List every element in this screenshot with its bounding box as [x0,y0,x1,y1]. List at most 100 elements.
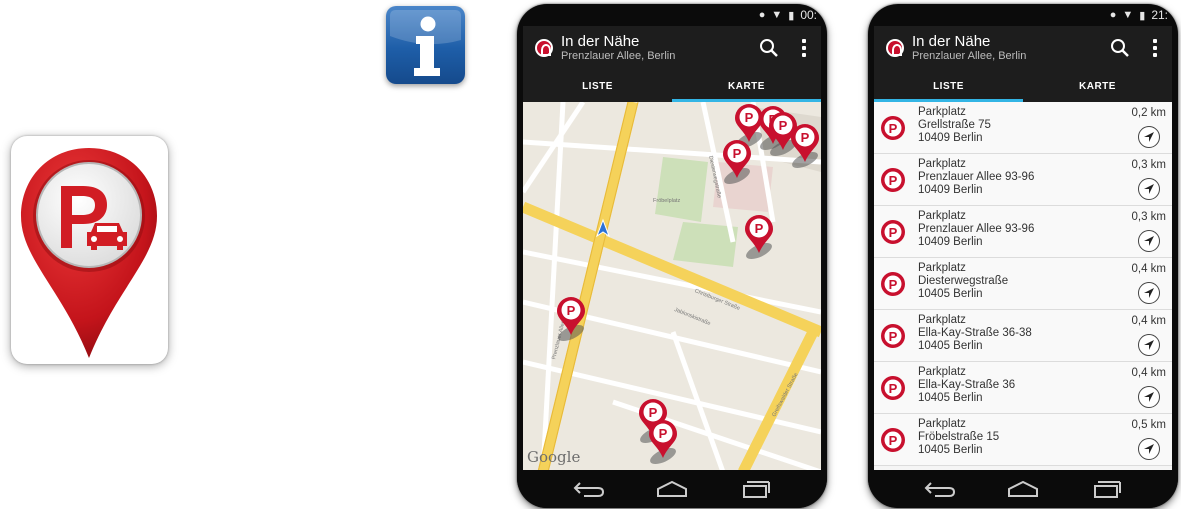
item-type: Parkplatz [918,106,966,118]
item-city: 10405 Berlin [918,340,983,352]
tab-liste[interactable]: LISTE [523,70,672,102]
item-city: 10409 Berlin [918,236,983,248]
action-bar: In der Nähe Prenzlauer Allee, Berlin [874,26,1172,70]
app-logo-icon[interactable] [886,39,904,57]
parking-marker-icon: P [881,168,905,192]
item-distance: 0,4 km [1131,315,1166,327]
parking-marker[interactable] [721,140,753,188]
page-title: In der Nähe [561,33,640,50]
home-icon[interactable] [652,477,692,501]
svg-text:P: P [889,121,898,136]
status-bar: ● ▼ ▮ 21: [868,4,1178,26]
location-icon: ● [758,9,766,21]
item-street: Ella-Kay-Straße 36 [918,379,1016,391]
overflow-menu-icon[interactable] [1148,34,1162,62]
map-view[interactable]: Fröbelplatz Christburger Straße Jablonsk… [523,102,821,470]
parking-marker-icon: P [881,272,905,296]
item-distance: 0,5 km [1131,419,1166,431]
navigate-arrow-icon[interactable] [1138,282,1160,304]
item-distance: 0,4 km [1131,367,1166,379]
item-street: Ella-Kay-Straße 36-38 [918,327,1032,339]
item-type: Parkplatz [918,158,966,170]
parking-marker-icon: P [881,116,905,140]
back-icon[interactable] [569,477,609,501]
item-street: Prenzlauer Allee 93-96 [918,223,1035,235]
navigate-arrow-icon[interactable] [1138,334,1160,356]
page-title: In der Nähe [912,33,991,50]
item-type: Parkplatz [918,314,966,326]
system-nav-bar [868,470,1178,508]
item-city: 10405 Berlin [918,288,983,300]
home-icon[interactable] [1003,477,1043,501]
item-type: Parkplatz [918,418,966,430]
item-street: Prenzlauer Allee 93-96 [918,171,1035,183]
item-street: Diesterwegstraße [918,275,1009,287]
search-icon[interactable] [1106,34,1134,62]
list-item[interactable]: P Parkplatz Grellstraße 75 10409 Berlin 0,2 … [874,102,1172,154]
list-item[interactable]: P Parkplatz Ella-Kay-Straße 36 10405 Berlin… [874,362,1172,414]
promo-stage: ● ▼ ▮ 00: In der Nähe Prenzlauer Allee, … [0,0,1181,509]
item-distance: 0,4 km [1131,263,1166,275]
recents-icon[interactable] [1086,477,1126,501]
location-icon: ● [1109,9,1117,21]
item-distance: 0,3 km [1131,211,1166,223]
battery-icon: ▮ [1139,9,1146,22]
tab-liste[interactable]: LISTE [874,70,1023,102]
location-subtitle: Prenzlauer Allee, Berlin [912,50,1027,62]
item-city: 10405 Berlin [918,392,983,404]
recents-icon[interactable] [735,477,775,501]
item-type: Parkplatz [918,262,966,274]
navigate-arrow-icon[interactable] [1138,386,1160,408]
item-city: 10409 Berlin [918,184,983,196]
navigate-arrow-icon[interactable] [1138,230,1160,252]
item-city: 10405 Berlin [918,444,983,456]
status-bar: ● ▼ ▮ 00: [517,4,827,26]
parking-marker[interactable] [555,297,587,345]
navigate-arrow-icon[interactable] [1138,126,1160,148]
parking-marker-icon: P [881,428,905,452]
item-type: Parkplatz [918,210,966,222]
navigate-arrow-icon[interactable] [1138,438,1160,460]
action-bar: In der Nähe Prenzlauer Allee, Berlin [523,26,821,70]
parking-marker-icon: P [881,376,905,400]
parking-marker-icon: P [881,324,905,348]
svg-text:P: P [889,381,898,396]
svg-text:P: P [889,277,898,292]
item-city: 10409 Berlin [918,132,983,144]
svg-text:P: P [889,225,898,240]
item-distance: 0,2 km [1131,107,1166,119]
wifi-icon: ▼ [771,9,783,21]
parking-marker[interactable] [743,215,775,263]
svg-text:P: P [889,433,898,448]
location-subtitle: Prenzlauer Allee, Berlin [561,50,676,62]
list-item[interactable]: P Parkplatz Prenzlauer Allee 93-96 10409 Be… [874,154,1172,206]
item-type: Parkplatz [918,366,966,378]
info-icon[interactable] [386,6,465,84]
svg-text:P: P [889,329,898,344]
parking-marker[interactable] [647,420,679,468]
svg-text:P: P [889,173,898,188]
tab-bar: LISTE KARTE [523,70,821,102]
tab-karte[interactable]: KARTE [672,70,821,102]
back-icon[interactable] [920,477,960,501]
list-item[interactable]: P Parkplatz Diesterwegstraße 10405 Berlin 0,… [874,258,1172,310]
list-item[interactable]: P Parkplatz Fröbelstraße 15 10405 Berlin 0,5… [874,414,1172,466]
item-street: Grellstraße 75 [918,119,991,131]
system-nav-bar [517,470,827,508]
wifi-icon: ▼ [1122,9,1134,21]
list-item[interactable]: P Parkplatz Ella-Kay-Straße 36-38 10405 Ber… [874,310,1172,362]
item-street: Fröbelstraße 15 [918,431,1000,443]
parking-pin-icon [11,136,168,364]
tab-karte[interactable]: KARTE [1023,70,1172,102]
navigate-arrow-icon[interactable] [1138,178,1160,200]
parking-marker[interactable] [789,124,821,172]
map-provider-logo: Google [527,448,581,466]
battery-icon: ▮ [788,9,795,22]
tab-bar: LISTE KARTE [874,70,1172,102]
overflow-menu-icon[interactable] [797,34,811,62]
search-icon[interactable] [755,34,783,62]
list-item[interactable]: P Parkplatz Prenzlauer Allee 93-96 10409 Be… [874,206,1172,258]
phone-map-screen: ● ▼ ▮ 00: In der Nähe Prenzlauer Allee, … [517,4,827,508]
app-logo-icon[interactable] [535,39,553,57]
item-distance: 0,3 km [1131,159,1166,171]
